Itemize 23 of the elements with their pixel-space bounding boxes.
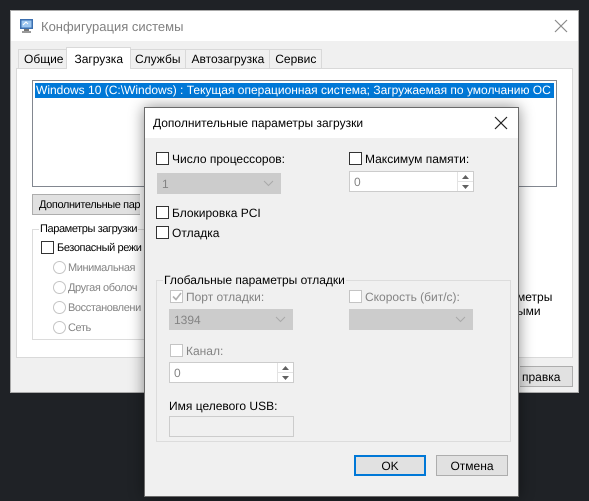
tab[interactable]: Автозагрузка	[185, 49, 270, 68]
close-icon[interactable]	[494, 116, 508, 130]
chevron-down-icon	[263, 180, 274, 187]
window-title: Конфигурация системы	[41, 18, 184, 34]
advanced-options-button[interactable]: Дополнительные пар	[32, 194, 140, 215]
cancel-button[interactable]: Отмена	[436, 455, 508, 476]
checkmark-icon	[172, 292, 182, 301]
tab[interactable]: Службы	[129, 49, 186, 68]
group-title: Параметры загрузки	[39, 223, 138, 235]
chevron-down-icon	[275, 316, 286, 323]
checkbox[interactable]: Отладка	[156, 225, 220, 240]
tab[interactable]: Сервис	[269, 49, 322, 68]
group-title: Глобальные параметры отладки	[163, 273, 346, 287]
field-label: Имя целевого USB:	[169, 399, 278, 413]
ok-button[interactable]: OK	[354, 455, 426, 476]
list-item[interactable]: Windows 10 (C:\Windows) : Текущая операционная система; Загружаемая по умолчанию ОС	[35, 83, 554, 98]
window-title: Дополнительные параметры загрузки	[153, 116, 364, 130]
computer-icon	[19, 18, 35, 34]
chevron-down-icon	[455, 316, 466, 323]
help-button[interactable]: правка	[520, 366, 573, 387]
tab[interactable]: Загрузка	[66, 47, 131, 69]
checkbox[interactable]: Блокировка PCI	[156, 205, 261, 220]
checkbox[interactable]: Безопасный режи	[41, 240, 142, 255]
